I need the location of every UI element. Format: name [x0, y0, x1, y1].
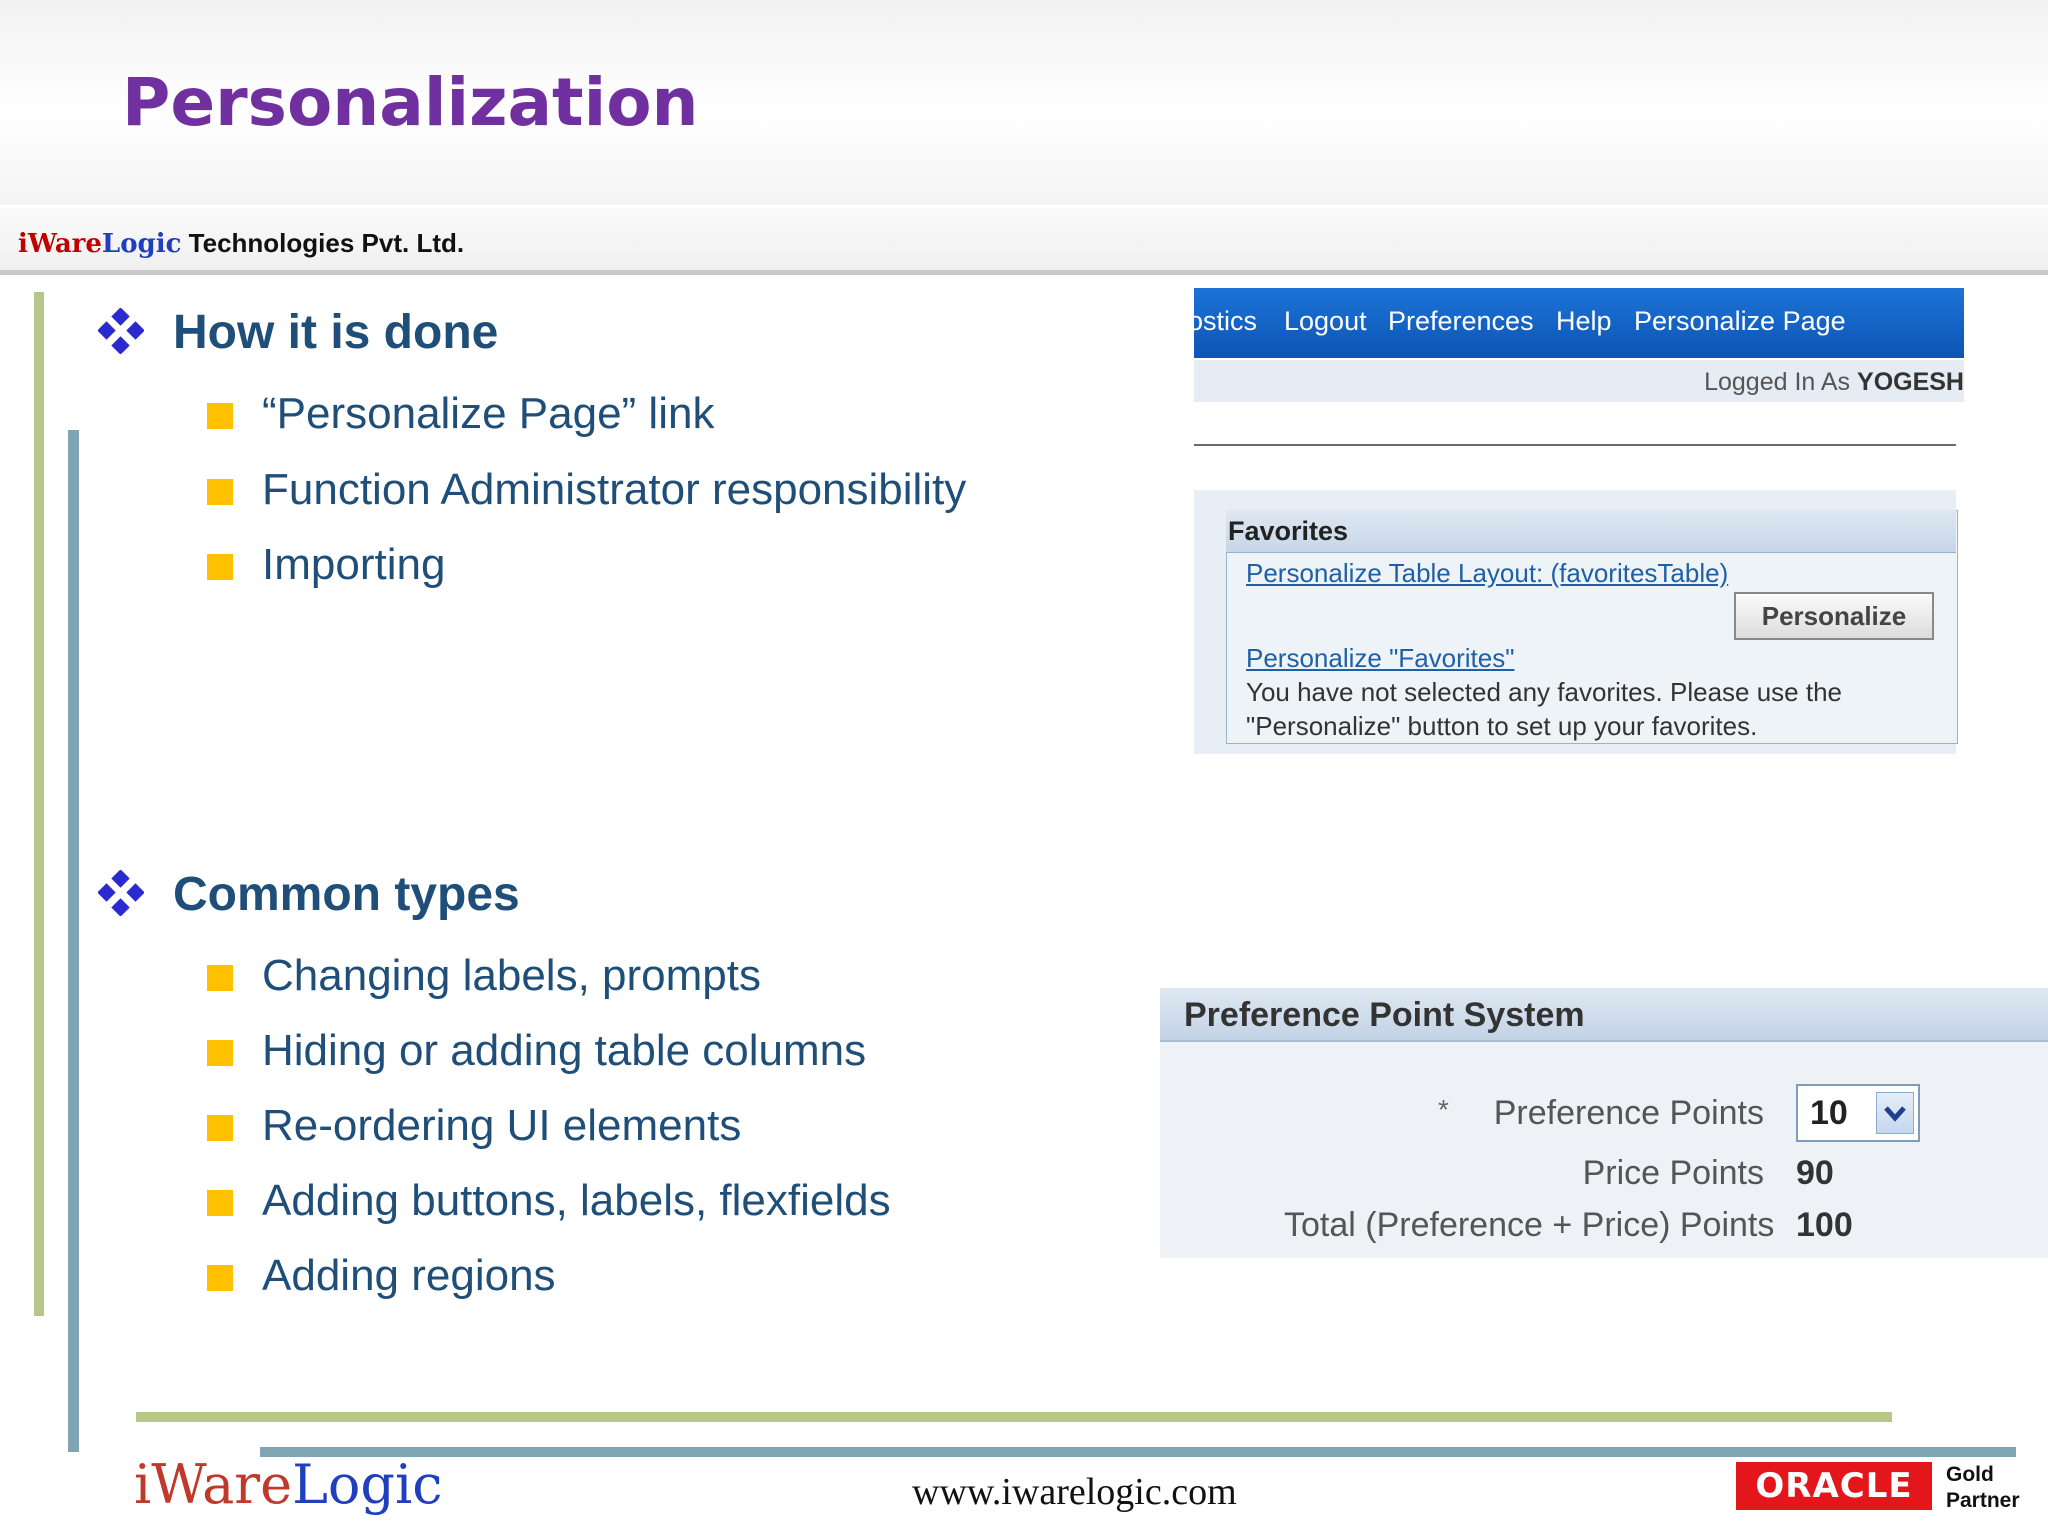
- square-bullet-icon: [207, 1115, 233, 1141]
- company-name: iWareLogic Technologies Pvt. Ltd.: [18, 228, 464, 259]
- preference-points-select[interactable]: 10: [1796, 1084, 1920, 1142]
- section-heading-how: How it is done: [173, 306, 499, 359]
- favorites-title: Favorites: [1228, 516, 1349, 546]
- company-ware: Ware: [27, 229, 102, 259]
- personalize-button[interactable]: Personalize: [1734, 592, 1934, 640]
- price-points-label: Price Points: [1582, 1154, 1764, 1192]
- partner-line1: Gold: [1946, 1463, 1994, 1486]
- bottom-accent-bar-green: [136, 1412, 1892, 1422]
- total-points-value: 100: [1796, 1206, 1853, 1244]
- list-item: Re-ordering UI elements: [262, 1101, 742, 1150]
- list-item: Adding buttons, labels, flexfields: [262, 1176, 891, 1225]
- square-bullet-icon: [207, 554, 233, 580]
- personalize-favorites-link[interactable]: Personalize "Favorites": [1246, 643, 1514, 674]
- website-url: www.iwarelogic.com: [912, 1471, 1237, 1513]
- nav-link-personalize-page[interactable]: Personalize Page: [1634, 306, 1846, 337]
- square-bullet-icon: [207, 965, 233, 991]
- preference-points-value: 10: [1810, 1094, 1848, 1132]
- logged-in-user: YOGESH: [1857, 368, 1964, 396]
- price-points-value: 90: [1796, 1154, 1834, 1192]
- list-item: Importing: [262, 540, 446, 589]
- left-accent-bar-blue: [68, 430, 79, 1452]
- list-item: Hiding or adding table columns: [262, 1026, 867, 1075]
- logo-i: i: [134, 1453, 152, 1516]
- left-accent-bar-green: [34, 292, 44, 1316]
- square-bullet-icon: [207, 403, 233, 429]
- section-heading-common: Common types: [173, 868, 520, 921]
- separator-line: [1194, 444, 1956, 446]
- nav-link-preferences[interactable]: Preferences: [1388, 306, 1534, 337]
- list-item: Adding regions: [262, 1251, 556, 1300]
- preference-title: Preference Point System: [1184, 996, 1585, 1034]
- oracle-logo: ORACLE: [1736, 1462, 1932, 1510]
- list-item: Function Administrator responsibility: [262, 465, 967, 514]
- personalize-table-layout-link[interactable]: Personalize Table Layout: (favoritesTabl…: [1246, 558, 1728, 589]
- square-bullet-icon: [207, 479, 233, 505]
- nav-link-help[interactable]: Help: [1556, 306, 1612, 337]
- favorites-message-line1: You have not selected any favorites. Ple…: [1246, 677, 1842, 707]
- square-bullet-icon: [207, 1040, 233, 1066]
- gold-partner-badge: Gold Partner: [1946, 1462, 2020, 1514]
- logo-ware: Ware: [151, 1453, 293, 1516]
- logged-in-text: Logged In As YOGESH: [1704, 368, 1964, 397]
- partner-line2: Partner: [1946, 1489, 2020, 1512]
- nav-link-diagnostics[interactable]: ostics: [1194, 306, 1257, 337]
- bottom-accent-bar-blue: [260, 1447, 2016, 1457]
- iwarelogic-logo: iWareLogic: [134, 1458, 443, 1512]
- preference-points-label: Preference Points: [1493, 1094, 1764, 1132]
- square-bullet-icon: [207, 1265, 233, 1291]
- logo-logic: Logic: [292, 1453, 443, 1516]
- global-nav-links: ostics Logout Preferences Help Personali…: [1194, 300, 1964, 344]
- nav-link-logout[interactable]: Logout: [1284, 306, 1367, 337]
- total-points-label: Total (Preference + Price) Points: [1284, 1206, 1775, 1244]
- favorites-message-line2: "Personalize" button to set up your favo…: [1246, 711, 1758, 741]
- company-logic: Logic: [101, 229, 182, 259]
- chevron-down-icon-glyph: [1884, 1106, 1906, 1122]
- chevron-down-icon[interactable]: [1876, 1092, 1914, 1134]
- square-bullet-icon: [207, 1190, 233, 1216]
- logged-in-label: Logged In As: [1704, 368, 1851, 396]
- diamond-bullet-icon: [98, 870, 144, 916]
- list-item: Changing labels, prompts: [262, 951, 761, 1000]
- company-i: i: [18, 229, 28, 259]
- company-rest: Technologies Pvt. Ltd.: [181, 228, 465, 258]
- slide-title: Personalization: [122, 64, 699, 141]
- diamond-bullet-icon: [98, 308, 144, 354]
- list-item: “Personalize Page” link: [262, 389, 715, 438]
